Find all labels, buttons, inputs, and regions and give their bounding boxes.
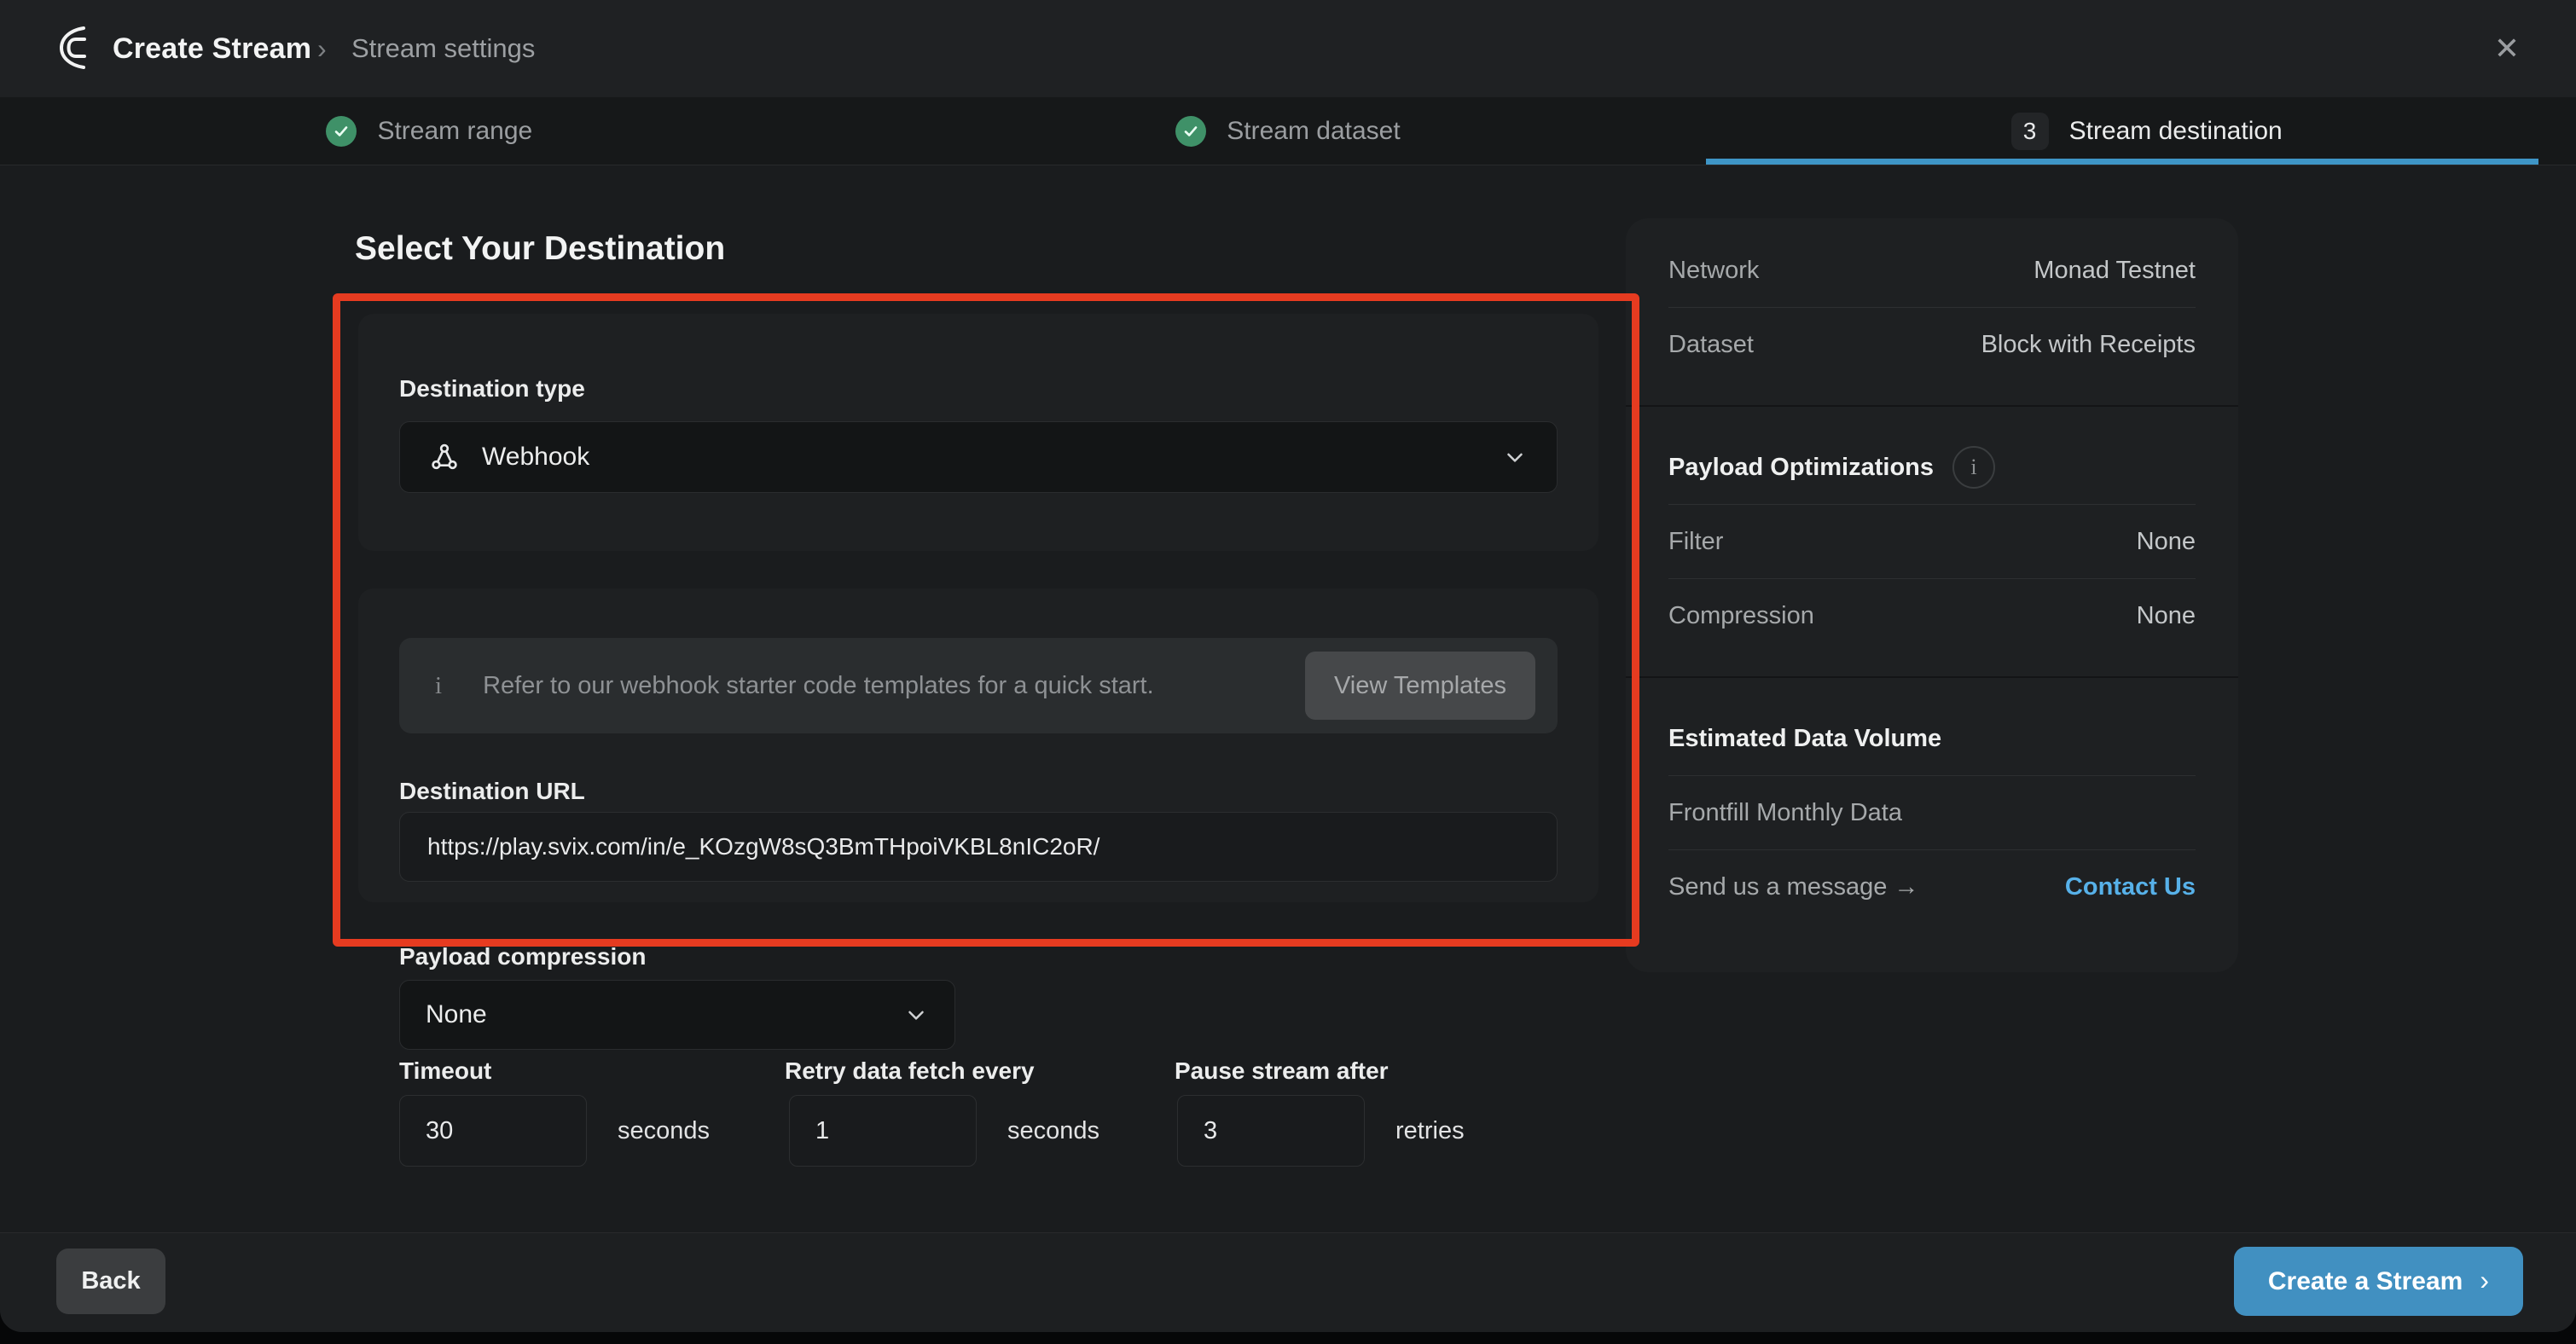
section-heading: Select Your Destination — [355, 230, 725, 268]
section-separator — [1626, 405, 2238, 407]
retry-input[interactable] — [789, 1095, 977, 1167]
page-title: Create Stream — [113, 0, 311, 97]
summary-row-contact: Send us a message → Contact Us — [1668, 850, 2196, 924]
section-separator — [1626, 676, 2238, 678]
contact-label: Send us a message → — [1668, 873, 1918, 901]
app-logo-icon — [58, 26, 97, 70]
check-icon — [1175, 116, 1206, 147]
step-number-badge: 3 — [2011, 113, 2049, 150]
tab-stream-range[interactable]: Stream range — [0, 97, 859, 165]
timeout-input[interactable] — [399, 1095, 587, 1167]
summary-row-frontfill: Frontfill Monthly Data — [1668, 776, 2196, 849]
compression-value: None — [2137, 602, 2196, 630]
close-icon[interactable]: ✕ — [2494, 0, 2520, 97]
view-templates-button[interactable]: View Templates — [1305, 652, 1535, 720]
destination-type-label: Destination type — [399, 375, 585, 403]
create-stream-modal: Create Stream › Stream settings ✕ Stream… — [0, 0, 2576, 1332]
volume-title: Estimated Data Volume — [1668, 725, 1941, 753]
pause-field: retries — [1177, 1095, 1465, 1167]
footer-bar: Back Create a Stream › — [0, 1232, 2576, 1332]
frontfill-label: Frontfill Monthly Data — [1668, 799, 1902, 827]
retry-field: seconds — [789, 1095, 1099, 1167]
step-bar: Stream range Stream dataset 3 Stream des… — [0, 97, 2576, 165]
summary-row-compression: Compression None — [1668, 579, 2196, 652]
chevron-right-icon: › — [2480, 1265, 2489, 1296]
payload-compression-label: Payload compression — [399, 943, 646, 970]
step-label: Stream dataset — [1227, 117, 1400, 146]
breadcrumb-chevron-icon: › — [317, 0, 327, 97]
banner-text: Refer to our webhook starter code templa… — [483, 672, 1154, 700]
dataset-label: Dataset — [1668, 331, 1754, 359]
step-label: Stream destination — [2069, 117, 2283, 146]
pause-label: Pause stream after — [1175, 1057, 1389, 1085]
header: Create Stream › Stream settings ✕ — [0, 0, 2576, 98]
payload-compression-value: None — [426, 1000, 487, 1029]
stream-summary-panel: Network Monad Testnet Dataset Block with… — [1626, 218, 2238, 972]
create-stream-button[interactable]: Create a Stream › — [2234, 1247, 2523, 1316]
templates-info-banner: i Refer to our webhook starter code temp… — [399, 638, 1558, 733]
network-label: Network — [1668, 257, 1759, 285]
timeout-label: Timeout — [399, 1057, 491, 1085]
retry-unit: seconds — [1007, 1117, 1099, 1145]
dataset-value: Block with Receipts — [1981, 331, 2196, 359]
network-value: Monad Testnet — [2034, 257, 2196, 285]
tab-stream-destination[interactable]: 3 Stream destination — [1717, 97, 2576, 165]
chevron-down-icon — [903, 1002, 929, 1028]
chevron-down-icon — [1502, 444, 1528, 470]
summary-row-network: Network Monad Testnet — [1668, 234, 2196, 307]
step-label: Stream range — [377, 117, 532, 146]
retry-label: Retry data fetch every — [785, 1057, 1035, 1085]
summary-row-optimizations-title: Payload Optimizations i — [1668, 431, 2196, 504]
optimizations-title: Payload Optimizations — [1668, 454, 1934, 482]
filter-value: None — [2137, 528, 2196, 556]
webhook-icon — [429, 442, 460, 472]
destination-url-label: Destination URL — [399, 778, 585, 805]
main-content: Select Your Destination Destination type… — [0, 165, 2576, 1233]
info-icon: i — [435, 672, 442, 700]
destination-type-value: Webhook — [482, 443, 589, 472]
create-stream-label: Create a Stream — [2268, 1267, 2463, 1296]
destination-type-select[interactable]: Webhook — [399, 421, 1558, 493]
destination-type-card: Destination type Webhook — [358, 314, 1598, 551]
webhook-config-card: i Refer to our webhook starter code temp… — [358, 588, 1598, 902]
summary-row-dataset: Dataset Block with Receipts — [1668, 308, 2196, 381]
pause-input[interactable] — [1177, 1095, 1365, 1167]
timeout-field: seconds — [399, 1095, 710, 1167]
check-icon — [326, 116, 357, 147]
info-icon[interactable]: i — [1952, 446, 1995, 489]
back-button[interactable]: Back — [56, 1248, 165, 1314]
summary-section-volume: Estimated Data Volume Frontfill Monthly … — [1626, 686, 2238, 939]
payload-compression-select[interactable]: None — [399, 980, 955, 1050]
compression-label: Compression — [1668, 602, 1814, 630]
summary-row-volume-title: Estimated Data Volume — [1668, 702, 2196, 775]
breadcrumb: Stream settings — [351, 0, 535, 97]
tab-stream-dataset[interactable]: Stream dataset — [859, 97, 1718, 165]
summary-section-network: Network Monad Testnet Dataset Block with… — [1626, 218, 2238, 397]
destination-url-input[interactable] — [399, 812, 1558, 882]
summary-row-filter: Filter None — [1668, 505, 2196, 578]
pause-unit: retries — [1395, 1117, 1465, 1145]
active-tab-underline — [1706, 159, 2538, 165]
filter-label: Filter — [1668, 528, 1723, 556]
timeout-unit: seconds — [618, 1117, 710, 1145]
summary-section-optimizations: Payload Optimizations i Filter None Comp… — [1626, 415, 2238, 668]
contact-us-link[interactable]: Contact Us — [2065, 873, 2196, 901]
